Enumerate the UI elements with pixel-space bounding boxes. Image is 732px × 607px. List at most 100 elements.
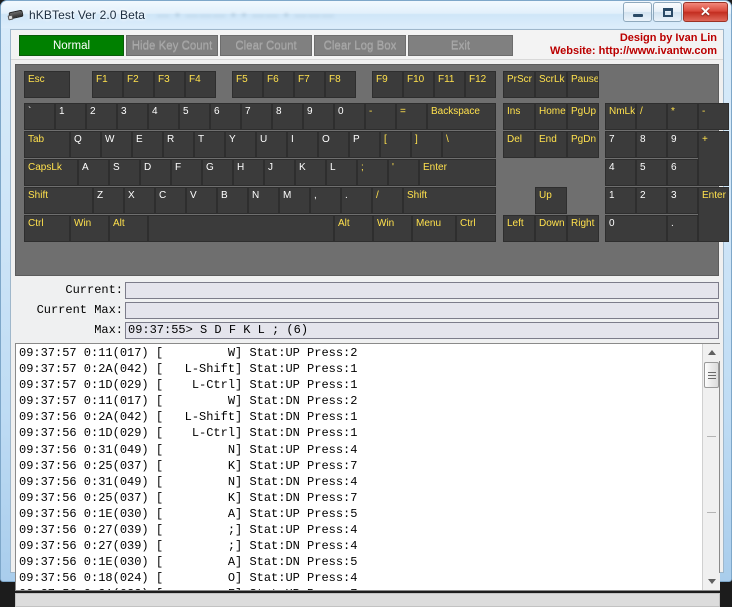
key-sym: ' [388,159,419,186]
key-f8: F8 [325,71,356,98]
window-controls: ✕ [623,2,728,22]
key-h: H [233,159,264,186]
key-k: K [295,159,326,186]
key-o: O [318,131,349,158]
key-7: 7 [605,131,636,158]
key-win: Win [70,215,109,242]
key-9: 9 [667,131,698,158]
credit-website[interactable]: Website: http://www.ivantw.com [550,45,717,58]
key-i: I [287,131,318,158]
log-box[interactable]: 09:37:57 0:11(017) [ W] Stat:UP Press:2 … [15,343,720,591]
window-title: hKBTest Ver 2.0 Beta [29,8,145,22]
key-j: J [264,159,295,186]
close-button[interactable]: ✕ [683,2,728,22]
toolbar-button-normal[interactable]: Normal [19,35,124,56]
key-del: Del [503,131,535,158]
key-alt: Alt [334,215,373,242]
key-f7: F7 [294,71,325,98]
key-q: Q [70,131,101,158]
key-down: Down [535,215,567,242]
key-menu: Menu [412,215,456,242]
key-x: X [124,187,155,214]
key-sym: / [372,187,403,214]
status-row: Max:09:37:55> S D F K L ; (6) [11,322,723,340]
toolbar: NormalHide Key CountClear CountClear Log… [11,30,723,60]
key-n: N [248,187,279,214]
key-f9: F9 [372,71,403,98]
key-r: R [163,131,194,158]
minimize-icon [633,14,643,17]
application-window: hKBTest Ver 2.0 Beta — • ——— • • —— • ——… [0,0,732,582]
minimize-button[interactable] [623,2,652,22]
keyboard-panel: EscF1F2F3F4F5F6F7F8F9F10F11F12PrScrScrLk… [15,64,719,276]
scroll-up-icon [708,350,716,355]
key-alt: Alt [109,215,148,242]
key-5: 5 [636,159,667,186]
key-f: F [171,159,202,186]
key-tab: Tab [24,131,70,158]
key-enter: Enter [419,159,496,186]
key-pause: Pause [567,71,599,98]
key-y: Y [225,131,256,158]
key-z: Z [93,187,124,214]
thumb-grip-icon [708,372,716,379]
status-value-1[interactable] [125,302,719,319]
key-8: 8 [636,131,667,158]
key-sym: - [698,103,729,130]
key-v: V [186,187,217,214]
bottom-strip [15,593,720,607]
status-fields: Current: Current Max: Max:09:37:55> S D F … [11,280,723,342]
title-bar[interactable]: hKBTest Ver 2.0 Beta — • ——— • • —— • ——… [1,1,731,28]
toolbar-button-hide-key-count: Hide Key Count [126,35,218,56]
log-scrollbar[interactable] [702,344,719,590]
design-credit: Design by Ivan Lin Website: http://www.i… [550,32,717,58]
window-title-watermark: — • ——— • • —— • ——— [157,8,335,22]
key-f11: F11 [434,71,465,98]
key-p: P [349,131,380,158]
scrollbar-thumb[interactable] [704,362,719,388]
status-label-0: Current: [11,282,123,299]
key-f5: F5 [232,71,263,98]
status-value-2[interactable]: 09:37:55> S D F K L ; (6) [125,322,719,339]
toolbar-button-exit: Exit [408,35,513,56]
key-c: C [155,187,186,214]
key-shift: Shift [403,187,496,214]
key-sym: ] [411,131,442,158]
key-capslk: CapsLk [24,159,78,186]
key-f3: F3 [154,71,185,98]
status-label-1: Current Max: [11,302,123,319]
key-left: Left [503,215,535,242]
key-sym: \ [442,131,496,158]
key-l: L [326,159,357,186]
key-shift: Shift [24,187,93,214]
key-esc: Esc [24,71,70,98]
key-pgdn: PgDn [567,131,599,158]
key-1: 1 [55,103,86,130]
key-f12: F12 [465,71,496,98]
key-f6: F6 [263,71,294,98]
key-d: D [140,159,171,186]
key-ctrl: Ctrl [456,215,496,242]
key-4: 4 [148,103,179,130]
key-b: B [217,187,248,214]
key-f10: F10 [403,71,434,98]
key-nmlk: NmLk [605,103,636,130]
status-value-0[interactable] [125,282,719,299]
key-t: T [194,131,225,158]
key-ctrl: Ctrl [24,215,70,242]
key-u: U [256,131,287,158]
maximize-button[interactable] [653,2,682,22]
key-3: 3 [117,103,148,130]
key-3: 3 [667,187,698,214]
key-home: Home [535,103,567,130]
key-sym: = [396,103,427,130]
key-sym: + [698,131,729,186]
key-f1: F1 [92,71,123,98]
key-1: 1 [605,187,636,214]
key-win: Win [373,215,412,242]
key-0: 0 [334,103,365,130]
scroll-up-button[interactable] [703,344,720,361]
status-row: Current Max: [11,302,723,320]
key-sym: [ [380,131,411,158]
key-0: 0 [605,215,667,242]
